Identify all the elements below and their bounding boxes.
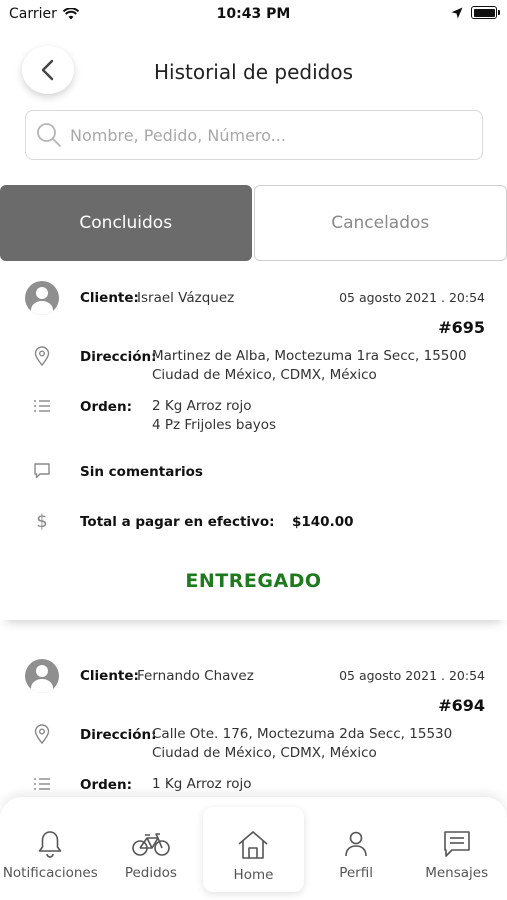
order-card[interactable]: Cliente: Fernando Chavez 05 agosto 2021 …	[0, 640, 507, 800]
location-arrow-icon	[451, 7, 463, 18]
order-card[interactable]: Cliente: Israel Vázquez 05 agosto 2021 .…	[0, 262, 507, 620]
location-pin-icon	[32, 346, 52, 366]
nav-label: Notificaciones	[2, 865, 98, 881]
nav-mensajes[interactable]: Mensajes	[406, 797, 507, 900]
order-date: 05 agosto 2021 . 20:54	[339, 668, 485, 683]
address-line-2: Ciudad de México, CDMX, México	[152, 745, 377, 761]
list-icon	[32, 774, 52, 794]
bicycle-icon	[132, 833, 170, 856]
search-input[interactable]	[70, 125, 460, 145]
nav-notificaciones[interactable]: Notificaciones	[0, 797, 101, 900]
total-amount: $140.00	[292, 514, 354, 530]
order-number: #695	[438, 318, 485, 337]
avatar	[25, 281, 59, 315]
client-label: Cliente:	[80, 668, 139, 684]
order-date: 05 agosto 2021 . 20:54	[339, 290, 485, 305]
tab-concluidos-label: Concluidos	[79, 213, 173, 233]
status-badge: ENTREGADO	[185, 570, 322, 592]
order-label: Orden:	[80, 777, 132, 793]
location-pin-icon	[32, 724, 52, 744]
list-icon	[32, 396, 52, 416]
nav-perfil[interactable]: Perfil	[306, 797, 407, 900]
nav-label: Perfil	[339, 865, 373, 881]
order-item: 1 Kg Arroz rojo	[152, 776, 252, 792]
address-line-1: Calle Ote. 176, Moctezuma 2da Secc, 1553…	[152, 726, 453, 742]
search-icon	[37, 123, 61, 147]
address-line-1: Martinez de Alba, Moctezuma 1ra Secc, 15…	[152, 348, 467, 364]
bell-icon	[38, 831, 62, 858]
client-name: Fernando Chavez	[137, 668, 254, 684]
comment-icon	[32, 461, 52, 481]
address-label: Dirección:	[80, 349, 157, 365]
status-bar: Carrier 10:43 PM	[0, 0, 507, 30]
clock: 10:43 PM	[216, 6, 291, 22]
page-title: Historial de pedidos	[0, 60, 507, 84]
dollar-icon: $	[36, 510, 48, 532]
tab-cancelados[interactable]: Cancelados	[253, 185, 507, 261]
page-title-text: Historial de pedidos	[153, 60, 353, 84]
order-item: 4 Pz Frijoles bayos	[152, 417, 276, 433]
order-number: #694	[438, 696, 485, 715]
message-icon	[443, 831, 470, 857]
order-label: Orden:	[80, 399, 132, 415]
status-tabs: Concluidos Cancelados	[0, 185, 507, 261]
person-icon	[345, 831, 367, 857]
address-line-2: Ciudad de México, CDMX, México	[152, 367, 377, 383]
bottom-nav: Notificaciones Pedidos Home Perfil Mensa…	[0, 797, 507, 900]
home-icon	[238, 831, 269, 859]
tab-concluidos[interactable]: Concluidos	[0, 185, 252, 261]
search-bar[interactable]	[25, 110, 483, 160]
address-label: Dirección:	[80, 727, 157, 743]
order-item: 2 Kg Arroz rojo	[152, 398, 252, 414]
battery-icon	[471, 6, 500, 19]
client-label: Cliente:	[80, 290, 139, 306]
avatar	[25, 659, 59, 693]
nav-label: Home	[233, 867, 274, 883]
nav-pedidos[interactable]: Pedidos	[101, 797, 202, 900]
status-icons	[451, 6, 500, 19]
client-name: Israel Vázquez	[137, 290, 235, 306]
total-label: Total a pagar en efectivo:	[80, 514, 275, 530]
nav-home[interactable]: Home	[203, 807, 304, 892]
comments-text: Sin comentarios	[80, 464, 203, 480]
tab-cancelados-label: Cancelados	[331, 213, 430, 233]
nav-label: Pedidos	[124, 865, 177, 881]
nav-label: Mensajes	[425, 865, 489, 881]
